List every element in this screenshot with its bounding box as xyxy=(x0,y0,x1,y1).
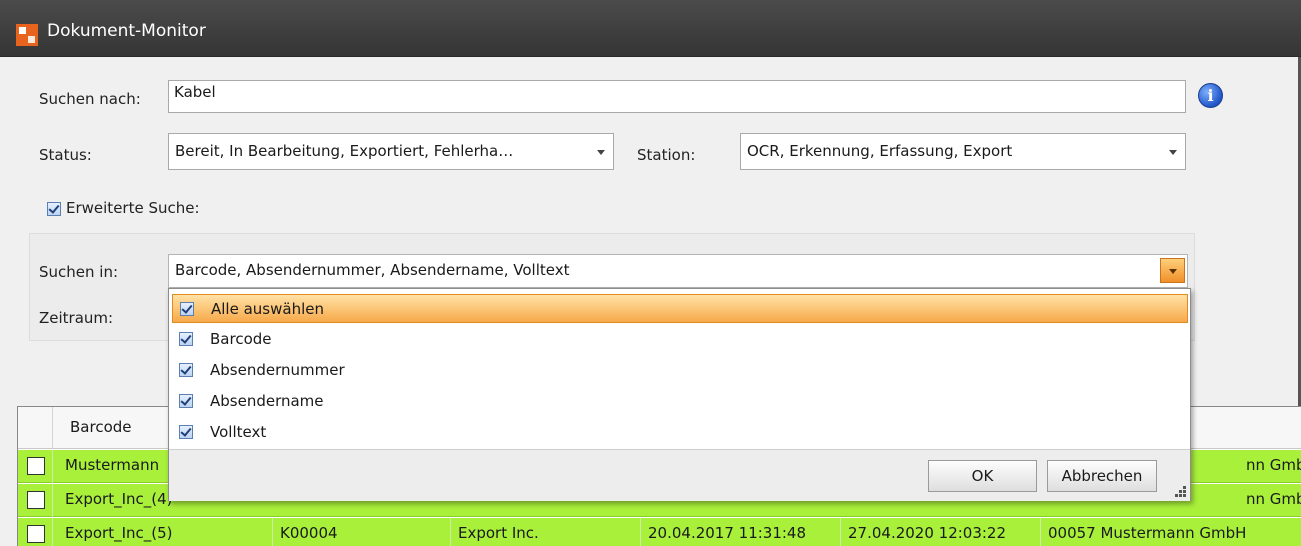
cell-barcode: Mustermann xyxy=(65,456,160,474)
dropdown-item-label: Absendernummer xyxy=(210,361,345,379)
extended-search-checkbox[interactable] xyxy=(47,202,61,216)
cell-sender: nn GmbH xyxy=(1246,490,1301,508)
cell-modified: 27.04.2020 12:03:22 xyxy=(848,524,1007,542)
station-select[interactable]: OCR, Erkennung, Erfassung, Export xyxy=(740,133,1186,170)
search-label: Suchen nach: xyxy=(39,90,141,108)
column-header-barcode[interactable]: Barcode xyxy=(70,418,132,436)
cell-sender: 00057 Mustermann GmbH xyxy=(1048,524,1247,542)
cell-sender: nn GmbH xyxy=(1246,456,1301,474)
search-in-value: Barcode, Absendernummer, Absendername, V… xyxy=(175,261,570,279)
cell-name: Export Inc. xyxy=(458,524,539,542)
dropdown-item-volltext[interactable]: Volltext xyxy=(172,418,1188,447)
barcode-checkbox[interactable] xyxy=(179,332,193,346)
status-value: Bereit, In Bearbeitung, Exportiert, Fehl… xyxy=(175,142,514,160)
row-checkbox[interactable] xyxy=(27,525,45,543)
station-value: OCR, Erkennung, Erfassung, Export xyxy=(747,142,1013,160)
row-checkbox[interactable] xyxy=(27,491,45,509)
select-all-checkbox[interactable] xyxy=(180,302,194,316)
volltext-checkbox[interactable] xyxy=(179,425,193,439)
search-in-select[interactable]: Barcode, Absendernummer, Absendername, V… xyxy=(168,254,1188,288)
dropdown-item-select-all[interactable]: Alle auswählen xyxy=(172,294,1188,323)
status-select[interactable]: Bereit, In Bearbeitung, Exportiert, Fehl… xyxy=(168,133,614,170)
info-icon[interactable]: i xyxy=(1198,83,1223,108)
search-in-label: Suchen in: xyxy=(39,263,119,281)
dropdown-item-barcode[interactable]: Barcode xyxy=(172,325,1188,354)
ok-button[interactable]: OK xyxy=(928,460,1037,492)
absendername-checkbox[interactable] xyxy=(179,394,193,408)
cell-number: K00004 xyxy=(280,524,338,542)
row-checkbox[interactable] xyxy=(27,457,45,475)
table-row[interactable]: Export_Inc_(5) K00004 Export Inc. 20.04.… xyxy=(18,518,1301,546)
title-bar: Dokument-Monitor xyxy=(0,0,1301,57)
dropdown-footer: OK Abbrechen xyxy=(169,449,1190,501)
extended-search-label: Erweiterte Suche: xyxy=(66,199,200,217)
cell-created: 20.04.2017 11:31:48 xyxy=(648,524,807,542)
dropdown-item-label: Volltext xyxy=(210,423,267,441)
cell-barcode: Export_Inc_(4) xyxy=(65,490,173,508)
status-label: Status: xyxy=(39,146,92,164)
absendernummer-checkbox[interactable] xyxy=(179,363,193,377)
cell-barcode: Export_Inc_(5) xyxy=(65,524,173,542)
search-input[interactable]: Kabel xyxy=(168,80,1186,113)
dropdown-item-label: Alle auswählen xyxy=(211,300,324,318)
dropdown-item-label: Barcode xyxy=(210,330,272,348)
station-label: Station: xyxy=(637,146,696,164)
dropdown-arrow-button[interactable] xyxy=(1160,258,1185,283)
chevron-down-icon xyxy=(597,150,605,155)
window-title: Dokument-Monitor xyxy=(47,21,206,41)
cancel-button[interactable]: Abbrechen xyxy=(1047,460,1157,492)
resize-grip-icon[interactable] xyxy=(1175,486,1187,498)
dropdown-item-absendernummer[interactable]: Absendernummer xyxy=(172,356,1188,385)
timerange-label: Zeitraum: xyxy=(39,309,114,327)
search-in-dropdown: Alle auswählen Barcode Absendernummer Ab… xyxy=(168,288,1191,501)
chevron-down-icon xyxy=(1169,150,1177,155)
dropdown-item-label: Absendername xyxy=(210,392,324,410)
dropdown-item-absendername[interactable]: Absendername xyxy=(172,387,1188,416)
app-logo-icon xyxy=(16,24,38,46)
